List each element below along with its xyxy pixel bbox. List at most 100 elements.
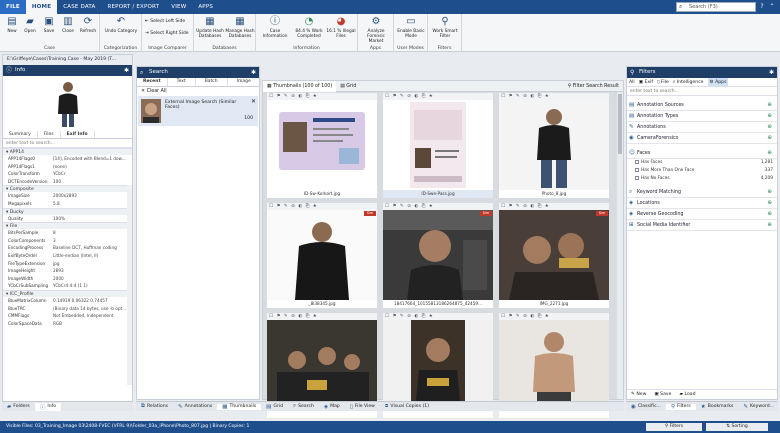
add-filter-icon[interactable]: ⊕ — [767, 122, 772, 133]
pin-icon[interactable]: ✱ — [124, 65, 129, 76]
tab-keyword[interactable]: ✎ Keyword... — [738, 404, 779, 410]
global-search-input[interactable]: ⌕ Search (F3) — [676, 2, 756, 12]
thumbnail-tool-icons[interactable]: ☐ ⚑ ✎ ⊘ ◐ ⎘ ★ — [501, 204, 550, 209]
menu-tab-apps[interactable]: APPS — [192, 0, 219, 14]
tab-text[interactable]: Text — [168, 78, 196, 86]
info-property-row[interactable]: ColorComponents 3 — [3, 237, 132, 245]
tab-folders[interactable]: ▰ Folders — [2, 404, 35, 410]
thumbnail-item[interactable]: ☐ ⚑ ✎ ⊘ ◐ ⎘ ★ Sim IMG_2271.jpg — [499, 203, 609, 311]
tab-recent[interactable]: Recent — [137, 78, 168, 86]
tab-thumbnails-count[interactable]: ▦ Thumbnails (100 of 100) — [263, 80, 337, 92]
thumbnail-item[interactable]: ☐ ⚑ ✎ ⊘ ◐ ⎘ ★ ID-Sw-Korkort.jpg — [267, 93, 377, 201]
info-property-row[interactable]: APP14Flags1 (none) — [3, 163, 132, 171]
tab-apps[interactable]: ⚙ Apps — [707, 78, 729, 86]
info-section-header[interactable]: ▾ APP14 — [3, 148, 132, 155]
tab-grid[interactable]: ▤ Grid — [261, 404, 288, 410]
thumbnail-image-frame[interactable] — [267, 210, 377, 300]
filter-section[interactable]: ⊞ Social Media Identifier ⊕ — [627, 220, 777, 231]
thumbnail-image-frame[interactable] — [267, 320, 377, 410]
select-right-side-button[interactable]: ⇥ Select Right Side — [145, 31, 189, 36]
manage-hash-databases-button[interactable]: ▦ Manage Hash Databases — [225, 16, 255, 39]
pin-icon[interactable]: ✱ — [251, 67, 256, 78]
thumbnail-image-frame[interactable] — [383, 100, 493, 190]
thumbnail-scrollbar[interactable] — [617, 92, 623, 399]
menu-tab-home[interactable]: HOME — [25, 0, 58, 14]
add-filter-icon[interactable]: ⊕ — [767, 220, 772, 231]
tab-batch[interactable]: Batch — [196, 78, 228, 86]
info-property-row[interactable]: CMMFlags Not Embedded, Independent — [3, 312, 132, 320]
info-property-row[interactable]: FileTypeExtension jpg — [3, 260, 132, 268]
tab-classification[interactable]: ◉ Classific... — [626, 404, 666, 410]
tab-all[interactable]: All — [629, 78, 635, 86]
tab-file-view[interactable]: ▯ File View — [345, 404, 380, 410]
info-property-row[interactable]: Quality 100% — [3, 215, 132, 223]
load-filter-button[interactable]: ▰ Load — [679, 390, 695, 399]
info-property-row[interactable]: DCTEncodeVersion 100 — [3, 178, 132, 186]
thumbnail-item[interactable]: ☐ ⚑ ✎ ⊘ ◐ ⎘ ★ ID-Swe-Pass.jpg — [383, 93, 493, 201]
info-property-row[interactable]: ColorTransform YCbCr — [3, 170, 132, 178]
filter-section[interactable]: ◈ Locations ⊕ — [627, 198, 777, 209]
tab-search[interactable]: ⌕ Search — [288, 403, 319, 410]
clear-all-button[interactable]: ✕ Clear All — [137, 87, 259, 96]
info-section-header[interactable]: ▾ File — [3, 222, 132, 230]
tab-image[interactable]: Image — [228, 78, 261, 86]
checkbox[interactable] — [635, 159, 639, 164]
faces-filter-row[interactable]: Has No Faces 4,209 — [627, 175, 777, 183]
status-sorting-button[interactable]: ⇅ Sorting — [706, 423, 768, 431]
status-filters-button[interactable]: ⚲ Filters — [646, 423, 702, 431]
tab-files[interactable]: Files — [38, 131, 61, 138]
thumbnail-tool-icons[interactable]: ☐ ⚑ ✎ ⊘ ◐ ⎘ ★ — [269, 94, 318, 99]
filter-section[interactable]: ☺ Faces ⊕ — [627, 148, 777, 159]
thumbnail-tool-icons[interactable]: ☐ ⚑ ✎ ⊘ ◐ ⎘ ★ — [385, 204, 434, 209]
tab-exif-info[interactable]: Exif Info — [60, 131, 95, 138]
add-filter-icon[interactable]: ⊕ — [767, 198, 772, 209]
thumbnail-scrollbar-thumb[interactable] — [618, 94, 622, 154]
info-section-header[interactable]: ▾ Ducky — [3, 207, 132, 215]
filter-search-result-button[interactable]: ⚲ Filter Search Result — [568, 84, 623, 89]
thumbnail-image-frame[interactable] — [499, 320, 609, 410]
open-button[interactable]: ▰ Open — [22, 16, 38, 34]
info-property-row[interactable]: BlueMatrixColumn 0.14919 0.06322 0.74457 — [3, 297, 132, 305]
info-scrollbar[interactable] — [127, 185, 132, 385]
minimize-ribbon-icon[interactable]: ⌃ — [768, 2, 776, 11]
tab-intelligence[interactable]: ⌕ Intelligence — [673, 78, 704, 86]
thumbnail-image-frame[interactable] — [499, 210, 609, 300]
update-hash-databases-button[interactable]: ▦ Update Hash Databases — [196, 16, 224, 39]
info-property-row[interactable]: ImageSize 2000x2893 — [3, 192, 132, 200]
tab-info[interactable]: ⓘ Info — [34, 402, 62, 411]
info-property-row[interactable]: ExifByteOrder Little-endian (Intel, II) — [3, 252, 132, 260]
add-filter-icon[interactable]: ⊕ — [767, 133, 772, 144]
tab-exif[interactable]: ▣ Exif — [639, 78, 653, 86]
tab-map[interactable]: ◈ Map — [319, 404, 345, 410]
tab-bookmarks[interactable]: ★ Bookmarks — [696, 404, 739, 410]
analyze-forensic-market-button[interactable]: ⚙ Analyze Forensic Market — [360, 16, 392, 44]
undo-category-button[interactable]: ↶ Undo Category — [102, 16, 140, 34]
menu-tab-case-data[interactable]: CASE DATA — [57, 0, 101, 14]
filter-section[interactable]: ▤ Annotation Sources ⊕ — [627, 100, 777, 111]
filters-search-input[interactable]: enter text to search... — [627, 87, 777, 96]
save-filter-button[interactable]: ▣ Save — [654, 390, 671, 399]
tab-annotations[interactable]: ✎ Annotations — [173, 404, 217, 410]
filter-section[interactable]: ◈ Reverse Geocoding ⊕ — [627, 209, 777, 220]
work-completed-indicator[interactable]: ◔ 84.4 % Work Completed — [294, 16, 324, 39]
menu-tab-report-export[interactable]: REPORT / EXPORT — [101, 0, 165, 14]
filter-section[interactable]: ◉ CameraForensics ⊕ — [627, 133, 777, 144]
remove-search-icon[interactable]: ✕ — [251, 98, 256, 105]
tab-thumbnails[interactable]: ▦ Thumbnails — [217, 403, 262, 410]
add-filter-icon[interactable]: ⊕ — [767, 148, 772, 159]
info-section-header[interactable]: ▾ ICC_Profile — [3, 289, 132, 297]
checkbox[interactable] — [635, 167, 639, 172]
tab-summary[interactable]: Summary — [3, 131, 38, 138]
info-property-row[interactable]: APP14Flags0 [14], Encoded with Blend=1 do… — [3, 155, 132, 163]
thumbnail-tool-icons[interactable]: ☐ ⚑ ✎ ⊘ ◐ ⎘ ★ — [501, 314, 550, 319]
tab-relations[interactable]: ⧉ Relations — [136, 403, 173, 410]
menu-tab-view[interactable]: VIEW — [165, 0, 192, 14]
work-smart-filter-button[interactable]: ⚲ Work Smart Filter — [430, 16, 460, 39]
thumbnail-item[interactable]: ☐ ⚑ ✎ ⊘ ◐ ⎘ ★ Sim _8l38345.jpg — [267, 203, 377, 311]
add-filter-icon[interactable]: ⊕ — [767, 100, 772, 111]
menu-tab-file[interactable]: FILE — [0, 0, 26, 14]
info-property-row[interactable]: ImageWidth 2000 — [3, 275, 132, 283]
refresh-button[interactable]: ⟳ Refresh — [78, 16, 98, 34]
recent-search-item[interactable]: External Image Search (Similar Faces) 10… — [138, 96, 258, 126]
tab-filters[interactable]: ⚲ Filters — [665, 403, 696, 410]
